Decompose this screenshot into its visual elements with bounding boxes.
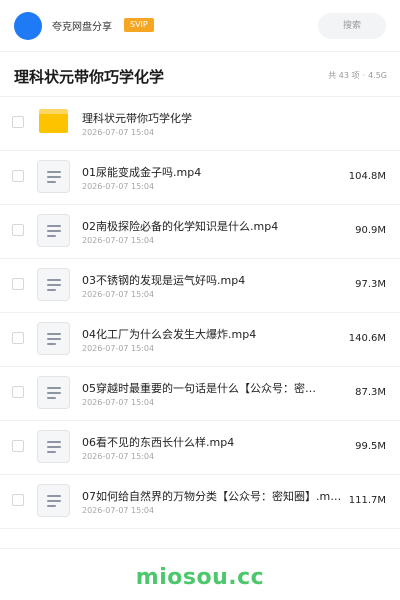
video-file-icon (37, 430, 70, 463)
file-date: 2026-07-07 15:04 (82, 398, 155, 407)
file-date: 2026-07-07 15:04 (82, 506, 155, 515)
file-size: 140.6M (348, 333, 386, 344)
row-checkbox[interactable] (12, 494, 24, 506)
file-date: 2026-07-07 15:04 (82, 290, 155, 299)
list-item[interactable]: 04化工厂为什么会发生大爆炸.mp4 2026-07-07 15:04 140.… (0, 313, 400, 367)
list-item[interactable]: 理科状元带你巧学化学 2026-07-07 15:04 (0, 97, 400, 151)
video-file-icon (37, 484, 70, 517)
avatar[interactable] (14, 12, 42, 40)
file-date: 2026-07-07 15:04 (82, 182, 155, 191)
file-name: 06看不见的东西长什么样.mp4 (82, 436, 235, 449)
folder-header: 理科状元带你巧学化学 共 43 项 · 4.5G (0, 52, 400, 97)
file-name: 07如何给自然界的万物分类【公众号：密知圈】.mp4 (82, 490, 344, 503)
file-size: 99.5M (355, 441, 386, 452)
file-size: 97.3M (355, 279, 386, 290)
video-file-icon (37, 322, 70, 355)
video-file-icon (37, 160, 70, 193)
file-name: 04化工厂为什么会发生大爆炸.mp4 (82, 328, 257, 341)
video-file-icon (37, 268, 70, 301)
row-checkbox[interactable] (12, 278, 24, 290)
svip-badge: SVIP (124, 18, 154, 32)
row-checkbox[interactable] (12, 224, 24, 236)
file-name: 05穿越时最重要的一句话是什么【公众号：密知圈】.… (82, 382, 322, 395)
list-item[interactable]: 05穿越时最重要的一句话是什么【公众号：密知圈】.… 2026-07-07 15… (0, 367, 400, 421)
list-item[interactable]: 06看不见的东西长什么样.mp4 2026-07-07 15:04 99.5M (0, 421, 400, 475)
file-size: 111.7M (348, 495, 386, 506)
file-name: 01尿能变成金子吗.mp4 (82, 166, 202, 179)
file-size: 87.3M (355, 387, 386, 398)
divider (0, 548, 400, 549)
file-date: 2026-07-07 15:04 (82, 128, 155, 137)
file-name: 理科状元带你巧学化学 (82, 112, 192, 125)
user-name: 夸克网盘分享 (52, 22, 112, 33)
row-checkbox[interactable] (12, 170, 24, 182)
file-date: 2026-07-07 15:04 (82, 236, 155, 245)
folder-icon (39, 109, 68, 133)
top-bar: 夸克网盘分享 SVIP 搜索 (0, 0, 400, 52)
row-checkbox[interactable] (12, 332, 24, 344)
row-checkbox[interactable] (12, 440, 24, 452)
file-date: 2026-07-07 15:04 (82, 452, 155, 461)
list-item[interactable]: 01尿能变成金子吗.mp4 2026-07-07 15:04 104.8M (0, 151, 400, 205)
file-name: 03不锈钢的发现是运气好吗.mp4 (82, 274, 246, 287)
folder-size: 4.5G (368, 71, 387, 80)
list-item[interactable]: 02南极探险必备的化学知识是什么.mp4 2026-07-07 15:04 90… (0, 205, 400, 259)
folder-meta: 共 43 项 · 4.5G (328, 70, 387, 81)
item-count: 共 43 项 (328, 71, 360, 80)
file-size: 104.8M (348, 171, 386, 182)
search-input[interactable]: 搜索 (318, 13, 386, 39)
list-item[interactable]: 07如何给自然界的万物分类【公众号：密知圈】.mp4 2026-07-07 15… (0, 475, 400, 529)
list-item[interactable]: 03不锈钢的发现是运气好吗.mp4 2026-07-07 15:04 97.3M (0, 259, 400, 313)
page-title: 理科状元带你巧学化学 (14, 68, 165, 86)
row-checkbox[interactable] (12, 116, 24, 128)
video-file-icon (37, 376, 70, 409)
meta-separator: · (362, 71, 366, 80)
file-size: 90.9M (355, 225, 386, 236)
file-date: 2026-07-07 15:04 (82, 344, 155, 353)
row-checkbox[interactable] (12, 386, 24, 398)
video-file-icon (37, 214, 70, 247)
file-name: 02南极探险必备的化学知识是什么.mp4 (82, 220, 279, 233)
file-list: 理科状元带你巧学化学 2026-07-07 15:04 01尿能变成金子吗.mp… (0, 97, 400, 529)
watermark: miosou.cc (135, 565, 265, 590)
